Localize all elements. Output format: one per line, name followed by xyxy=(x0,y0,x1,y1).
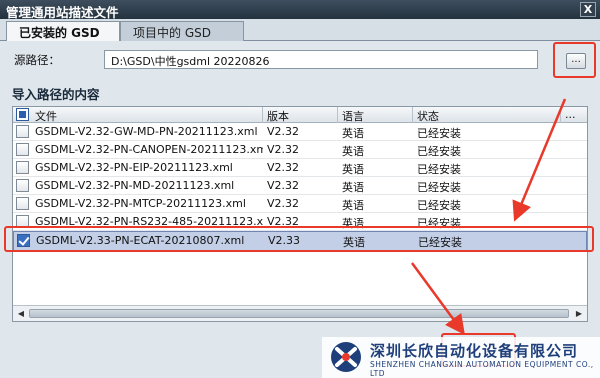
close-icon: X xyxy=(583,3,593,16)
company-name: 深圳长欣自动化设备有限公司 xyxy=(370,342,579,360)
arrow-to-row xyxy=(512,98,567,222)
annotation-arrows xyxy=(410,98,567,336)
close-button[interactable]: X xyxy=(580,2,596,17)
window-title-bar: 管理通用站描述文件 X xyxy=(0,0,600,20)
tab-project-gsd[interactable]: 项目中的 GSD xyxy=(120,21,244,41)
arrow-to-install xyxy=(410,262,465,336)
tab-strip: 已安装的 GSD 项目中的 GSD xyxy=(0,19,600,41)
main-panel: 源路径： D:\GSD\中性gsdml 20220826 ... 导入路径的内容… xyxy=(0,41,600,378)
tab-installed-gsd[interactable]: 已安装的 GSD xyxy=(6,21,120,41)
company-watermark: 深圳长欣自动化设备有限公司 SHENZHEN CHANGXIN AUTOMATI… xyxy=(322,337,600,378)
tab-label: 已安装的 GSD xyxy=(19,26,100,40)
company-name-en: SHENZHEN CHANGXIN AUTOMATION EQUIPMENT C… xyxy=(370,360,594,378)
tab-label: 项目中的 GSD xyxy=(133,26,211,40)
logo-icon xyxy=(331,342,361,372)
window-title: 管理通用站描述文件 xyxy=(6,5,119,20)
